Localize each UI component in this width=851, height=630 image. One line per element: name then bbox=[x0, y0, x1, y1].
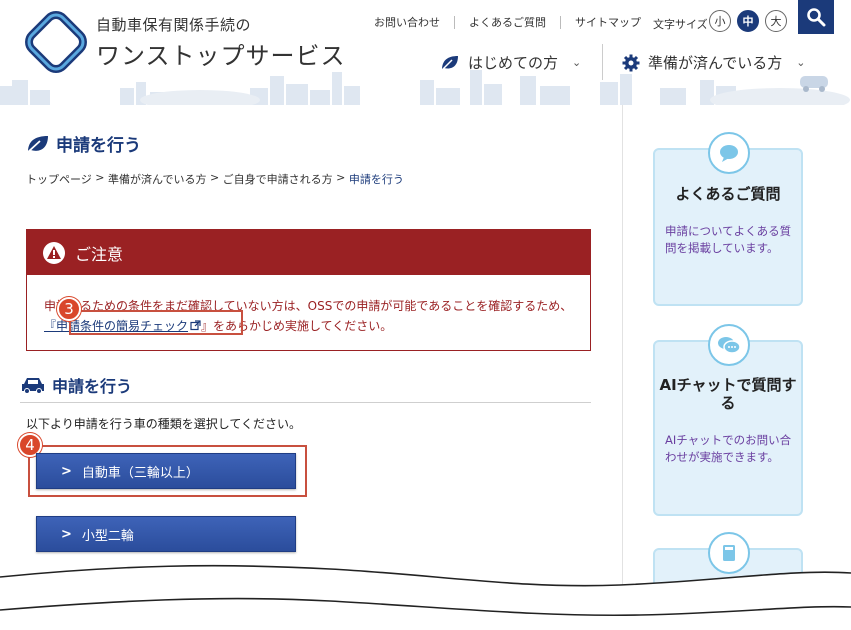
font-size-medium-button[interactable]: 中 bbox=[737, 10, 759, 32]
section-divider bbox=[20, 402, 591, 403]
font-size-small-button[interactable]: 小 bbox=[709, 10, 731, 32]
faq-card[interactable]: よくあるご質問 申請についてよくある質問を掲載しています。 bbox=[653, 132, 803, 306]
search-button[interactable] bbox=[798, 0, 834, 34]
nav-divider bbox=[602, 44, 603, 80]
main-sidebar-divider bbox=[622, 105, 623, 585]
oss-logo[interactable] bbox=[24, 10, 88, 74]
leaf-icon bbox=[27, 135, 48, 153]
site-title[interactable]: ワンストップサービス bbox=[96, 36, 346, 71]
search-icon bbox=[807, 8, 826, 27]
site-title-subtitle: 自動車保有関係手続の bbox=[96, 16, 252, 34]
chevron-right-icon: > bbox=[61, 526, 72, 542]
step-marker-3: 3 bbox=[57, 297, 81, 321]
contact-link[interactable]: お問い合わせ bbox=[360, 16, 455, 29]
nav-first-time-label: はじめての方 bbox=[468, 54, 559, 72]
breadcrumb: トップページ > 準備が済んでいる方 > ご自身で申請される方 > 申請を行う bbox=[26, 171, 404, 187]
font-size-label: 文字サイズ bbox=[653, 18, 708, 31]
instruction-text: 以下より申請を行う車の種類を選択してください。 bbox=[26, 417, 302, 431]
chevron-down-icon: ⌄ bbox=[796, 56, 806, 69]
page-title-text: 申請を行う bbox=[56, 136, 141, 156]
breadcrumb-top[interactable]: トップページ bbox=[26, 171, 92, 187]
chevron-right-icon: > bbox=[61, 463, 72, 479]
chat-bubbles-icon bbox=[708, 324, 750, 366]
car-icon bbox=[22, 378, 44, 394]
automobile-button-label: 自動車（三輪以上） bbox=[81, 465, 199, 481]
faq-card-title: よくあるご質問 bbox=[675, 185, 781, 203]
nav-prepared[interactable]: 準備が済んでいる方 ⌄ bbox=[622, 52, 805, 73]
faq-card-text: 申請についてよくある質問を掲載しています。 bbox=[665, 224, 792, 255]
highlight-box-3 bbox=[69, 310, 243, 335]
breadcrumb-separator: > bbox=[332, 171, 349, 184]
automobile-button[interactable]: > 自動車（三輪以上） bbox=[36, 453, 296, 489]
breadcrumb-self[interactable]: ご自身で申請される方 bbox=[223, 171, 333, 187]
ai-chat-card-title: AIチャットで質問する bbox=[659, 376, 797, 412]
section-title: 申請を行う bbox=[20, 373, 132, 397]
breadcrumb-separator: > bbox=[206, 171, 223, 184]
breadcrumb-current: 申請を行う bbox=[348, 173, 404, 186]
main-content: 申請を行う トップページ > 準備が済んでいる方 > ご自身で申請される方 > … bbox=[0, 105, 622, 630]
leaf-icon bbox=[441, 55, 458, 71]
notice-header: ご注意 bbox=[27, 230, 590, 275]
site-header: 自動車保有関係手続の ワンストップサービス お問い合わせ よくあるご質問 サイト… bbox=[0, 0, 851, 105]
chevron-down-icon: ⌄ bbox=[572, 56, 582, 69]
gear-icon bbox=[622, 54, 640, 71]
section-title-text: 申請を行う bbox=[52, 377, 133, 396]
font-size-large-button[interactable]: 大 bbox=[765, 10, 787, 32]
warning-icon bbox=[43, 241, 65, 264]
utility-links: お問い合わせ よくあるご質問 サイトマップ bbox=[360, 16, 655, 29]
nav-prepared-label: 準備が済んでいる方 bbox=[648, 54, 783, 72]
page-title: 申請を行う bbox=[26, 131, 141, 156]
speech-bubble-icon bbox=[708, 132, 750, 174]
notice-title: ご注意 bbox=[75, 244, 124, 264]
torn-page-edge bbox=[0, 564, 851, 630]
breadcrumb-prepared[interactable]: 準備が済んでいる方 bbox=[108, 171, 206, 187]
faq-link[interactable]: よくあるご質問 bbox=[455, 16, 561, 29]
ai-chat-card-text: AIチャットでのお問い合わせが実施できます。 bbox=[665, 433, 792, 464]
ai-chat-card[interactable]: AIチャットで質問する AIチャットでのお問い合わせが実施できます。 bbox=[653, 324, 803, 516]
sitemap-link[interactable]: サイトマップ bbox=[561, 16, 655, 29]
small-motorcycle-button-label: 小型二輪 bbox=[81, 528, 134, 544]
nav-first-time[interactable]: はじめての方 ⌄ bbox=[440, 52, 581, 73]
breadcrumb-separator: > bbox=[91, 171, 108, 184]
small-motorcycle-button[interactable]: > 小型二輪 bbox=[36, 516, 296, 552]
